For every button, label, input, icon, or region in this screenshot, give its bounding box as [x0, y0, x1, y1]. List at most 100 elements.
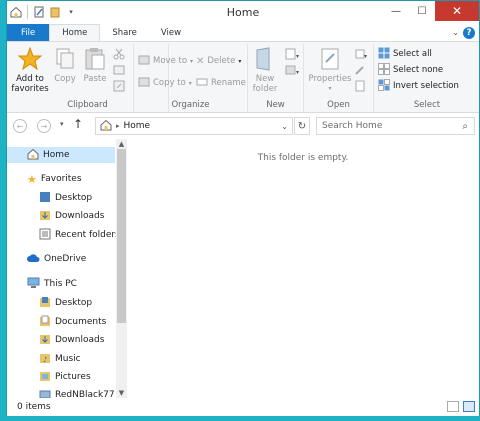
- organize-group-label: Organize: [171, 100, 210, 110]
- maximize-button[interactable]: ☐: [409, 1, 435, 21]
- select-all-button[interactable]: Select all: [378, 47, 432, 61]
- window-controls: — ☐ ✕: [383, 1, 479, 21]
- move-to-button[interactable]: Move to ▾: [138, 54, 193, 68]
- new-group-label: New: [266, 100, 285, 110]
- move-to-icon: [138, 54, 150, 68]
- help-icon[interactable]: ?: [463, 26, 475, 39]
- recent-locations-icon[interactable]: ▾: [60, 120, 64, 128]
- paste-label: Paste: [83, 74, 107, 84]
- open-group: Properties ▾ ▾ Open: [304, 44, 374, 112]
- tab-home[interactable]: Home: [49, 24, 101, 41]
- rename-label: Rename: [211, 78, 246, 88]
- open-group-label: Open: [327, 100, 350, 110]
- details-view-icon[interactable]: [447, 401, 459, 412]
- organize-group: Move to ▾ Copy to ▾ ✕ Delete ▾ Rename Or…: [133, 44, 248, 112]
- nav-item-pc-downloads[interactable]: Downloads: [39, 332, 104, 348]
- downloads-icon: [39, 333, 51, 348]
- refresh-button[interactable]: ↻: [294, 117, 310, 135]
- search-icon[interactable]: ⌕: [462, 121, 468, 132]
- forward-button[interactable]: →: [37, 119, 51, 133]
- back-button[interactable]: ←: [13, 119, 27, 133]
- forward-arrow-icon: →: [40, 121, 48, 131]
- chevron-down-icon[interactable]: ⌄: [452, 28, 459, 37]
- nav-scrollbar[interactable]: ▲ ▼: [116, 139, 127, 398]
- paste-button[interactable]: Paste: [81, 46, 109, 84]
- window-backdrop: ▾ Home — ☐ ✕ File Home Share View ⌄ ? Ad…: [0, 0, 480, 421]
- copy-to-icon: [138, 76, 150, 90]
- nav-item-music[interactable]: ♪ Music: [39, 351, 81, 367]
- search-input[interactable]: Search Home ⌕: [316, 117, 475, 135]
- breadcrumb-home[interactable]: Home: [124, 121, 151, 131]
- invert-selection-button[interactable]: Invert selection: [378, 78, 459, 93]
- address-bar[interactable]: ▸ Home ⌄: [95, 117, 293, 135]
- nav-item-recent-folders[interactable]: Recent folders: [39, 227, 120, 243]
- scroll-down-icon[interactable]: ▼: [116, 388, 127, 398]
- new-folder-label: New folder: [252, 74, 278, 94]
- copy-to-button[interactable]: Copy to ▾: [138, 76, 192, 90]
- select-none-button[interactable]: Select none: [378, 62, 443, 78]
- add-to-favorites-button[interactable]: Add to favorites: [11, 46, 49, 94]
- nav-item-onedrive[interactable]: OneDrive: [27, 251, 86, 267]
- nav-item-favorites[interactable]: ★ Favorites: [27, 171, 82, 187]
- nav-item-label: Home: [43, 150, 70, 160]
- recent-folders-icon: [39, 228, 51, 243]
- new-item-icon[interactable]: ▾: [284, 48, 300, 63]
- chevron-down-icon: ▾: [328, 85, 332, 92]
- ribbon-tabs: File Home Share View ⌄ ?: [7, 24, 479, 41]
- nav-item-label: Favorites: [40, 174, 82, 184]
- copy-button[interactable]: Copy: [51, 46, 79, 84]
- back-arrow-icon: ←: [16, 121, 24, 131]
- up-arrow-icon[interactable]: ↑: [73, 117, 83, 131]
- scroll-up-icon[interactable]: ▲: [116, 139, 127, 149]
- rename-button[interactable]: Rename: [196, 76, 246, 90]
- nav-item-home[interactable]: Home: [7, 147, 115, 163]
- svg-text:♪: ♪: [43, 356, 47, 364]
- close-button[interactable]: ✕: [435, 1, 479, 21]
- select-group: Select all Select none Invert selection …: [374, 44, 480, 112]
- nav-item-desktop[interactable]: Desktop: [39, 190, 92, 206]
- nav-item-label: Downloads: [55, 335, 105, 345]
- large-icons-view-icon[interactable]: [463, 401, 475, 412]
- nav-item-label: Music: [55, 354, 81, 364]
- properties-button[interactable]: Properties ▾: [308, 46, 352, 94]
- select-none-icon: [378, 62, 390, 78]
- paste-shortcut-icon[interactable]: [113, 80, 125, 95]
- view-switcher: [447, 401, 475, 412]
- tab-share[interactable]: Share: [100, 24, 149, 41]
- address-dropdown-icon[interactable]: ⌄: [281, 122, 288, 131]
- new-folder-button[interactable]: New folder: [250, 46, 280, 94]
- star-icon: [16, 46, 44, 72]
- nav-item-pc-desktop[interactable]: Desktop: [39, 295, 92, 311]
- select-all-icon: [378, 47, 390, 62]
- tab-file[interactable]: File: [7, 24, 50, 41]
- nav-item-downloads[interactable]: Downloads: [39, 208, 104, 224]
- nav-item-pictures[interactable]: Pictures: [39, 369, 91, 385]
- history-icon[interactable]: [354, 80, 366, 95]
- svg-text:▾: ▾: [364, 53, 367, 60]
- open-icon[interactable]: ▾: [354, 48, 368, 63]
- nav-item-label: OneDrive: [44, 254, 87, 264]
- navigation-pane: Home ★ Favorites Desktop Downloads Recen…: [7, 139, 127, 398]
- delete-button[interactable]: ✕ Delete ▾: [196, 54, 241, 68]
- copy-path-icon[interactable]: [113, 64, 125, 79]
- properties-label: Properties: [308, 74, 352, 84]
- search-placeholder: Search Home: [322, 121, 383, 131]
- nav-item-documents[interactable]: Documents: [39, 314, 106, 330]
- star-icon: ★: [27, 172, 37, 186]
- file-list[interactable]: This folder is empty.: [127, 139, 479, 398]
- easy-access-icon[interactable]: ▾: [284, 64, 300, 79]
- pictures-icon: [39, 370, 51, 385]
- delete-icon: ✕: [196, 55, 205, 67]
- breadcrumb-separator-icon[interactable]: ▸: [116, 122, 120, 130]
- minimize-button[interactable]: —: [383, 1, 409, 21]
- edit-icon[interactable]: [354, 64, 366, 79]
- scroll-thumb[interactable]: [117, 149, 126, 323]
- copy-label: Copy: [54, 74, 76, 84]
- nav-item-drive[interactable]: RedNBlack77 (: [39, 387, 121, 398]
- ribbon-tab-right: ⌄ ?: [452, 24, 479, 41]
- nav-item-this-pc[interactable]: This PC: [27, 276, 77, 292]
- nav-item-label: Documents: [55, 317, 107, 327]
- downloads-icon: [39, 209, 51, 224]
- tab-view[interactable]: View: [149, 24, 193, 41]
- cut-icon[interactable]: [113, 48, 125, 63]
